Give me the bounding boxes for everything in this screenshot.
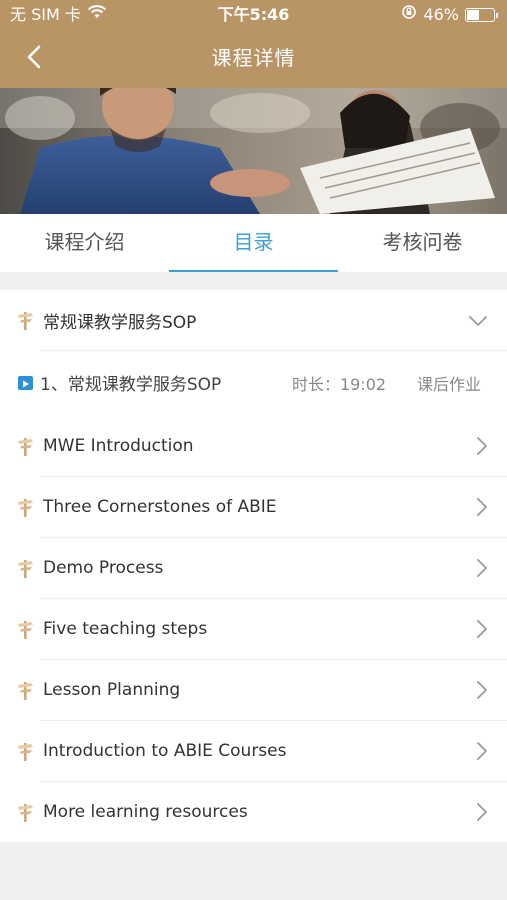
- tab-label: 考核问卷: [382, 230, 463, 254]
- orientation-lock-icon: [401, 0, 417, 30]
- catalog-section-collapsed[interactable]: Three Cornerstones of ABIE: [0, 476, 507, 537]
- battery-icon: [465, 8, 498, 22]
- homework-link[interactable]: 课后作业: [417, 371, 481, 395]
- lesson-duration: 时长：19:02: [292, 374, 387, 394]
- status-right: 46%: [401, 0, 498, 30]
- tab-label: 目录: [233, 230, 274, 254]
- section-title: Lesson Planning: [43, 679, 181, 700]
- top-header: 无 SIM 卡 下午5:46 46% 课程详情: [0, 0, 507, 88]
- catalog-section-collapsed[interactable]: Demo Process: [0, 537, 507, 598]
- battery-fill: [467, 10, 479, 20]
- lesson-item[interactable]: 1、常规课教学服务SOP 时长：19:02 课后作业: [0, 350, 507, 415]
- catalog-section-expanded[interactable]: 常规课教学服务SOP: [0, 290, 507, 350]
- signpost-icon: [14, 557, 36, 579]
- page-title: 课程详情: [211, 46, 296, 70]
- battery-percent: 46%: [423, 5, 459, 24]
- status-bar: 无 SIM 卡 下午5:46 46%: [0, 0, 507, 30]
- chevron-down-icon: [468, 313, 488, 327]
- catalog-section-collapsed[interactable]: Five teaching steps: [0, 598, 507, 659]
- section-title: Three Cornerstones of ABIE: [43, 496, 277, 517]
- signpost-icon: [14, 618, 36, 640]
- section-title: Five teaching steps: [43, 618, 208, 639]
- chevron-right-icon: [475, 436, 489, 456]
- tab-label: 课程介绍: [44, 230, 125, 254]
- chevron-right-icon: [475, 497, 489, 517]
- signpost-icon: [14, 496, 36, 518]
- section-title: More learning resources: [43, 801, 248, 822]
- catalog-list: 常规课教学服务SOP 1、常规课教学服务SOP 时长：19:02 课后作业 MW…: [0, 290, 507, 842]
- catalog-section-collapsed[interactable]: Lesson Planning: [0, 659, 507, 720]
- chevron-right-icon: [475, 619, 489, 639]
- tab-assessment-survey[interactable]: 考核问卷: [338, 214, 507, 272]
- signpost-icon: [14, 801, 36, 823]
- lesson-title: 1、常规课教学服务SOP: [40, 375, 222, 395]
- chevron-right-icon: [475, 741, 489, 761]
- catalog-section-collapsed[interactable]: More learning resources: [0, 781, 507, 842]
- tab-bar: 课程介绍 目录 考核问卷: [0, 214, 507, 272]
- signpost-icon: [14, 309, 36, 331]
- nav-bar: 课程详情: [0, 30, 507, 88]
- tab-course-intro[interactable]: 课程介绍: [0, 214, 169, 272]
- chevron-right-icon: [475, 558, 489, 578]
- catalog-section-collapsed[interactable]: Introduction to ABIE Courses: [0, 720, 507, 781]
- catalog-section-collapsed[interactable]: MWE Introduction: [0, 415, 507, 476]
- signpost-icon: [14, 435, 36, 457]
- course-banner-image: [0, 88, 507, 214]
- section-title: 常规课教学服务SOP: [43, 312, 197, 333]
- chevron-right-icon: [475, 802, 489, 822]
- section-title: Introduction to ABIE Courses: [43, 740, 287, 761]
- video-play-icon: [18, 375, 33, 390]
- signpost-icon: [14, 679, 36, 701]
- section-title: MWE Introduction: [43, 435, 194, 456]
- chevron-right-icon: [475, 680, 489, 700]
- section-title: Demo Process: [43, 557, 164, 578]
- signpost-icon: [14, 740, 36, 762]
- tab-catalog[interactable]: 目录: [169, 214, 338, 272]
